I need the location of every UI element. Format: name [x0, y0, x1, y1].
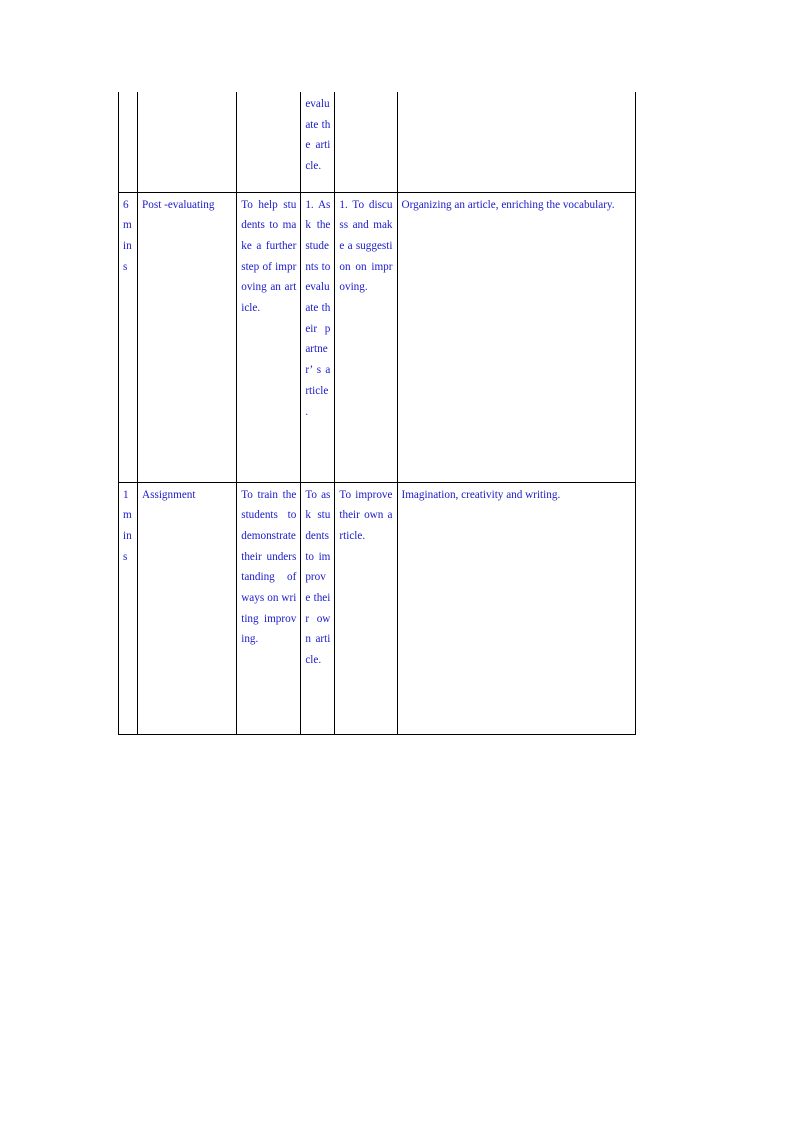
cell-procedure-text: To ask students to improve their own art…: [305, 488, 332, 667]
table-body: evaluate the article. 6 mins Post -evalu…: [117, 92, 636, 735]
cell-procedure-text: 1. Ask the students to evaluate their pa…: [305, 198, 334, 418]
cell-interaction-text: To improve their own article.: [339, 488, 396, 542]
cell-time: [117, 92, 139, 193]
cell-skill: Imagination, creativity and writing.: [396, 482, 636, 735]
cell-skill-text: Imagination, creativity and writing.: [401, 488, 561, 501]
cell-skill: [396, 92, 636, 193]
lesson-plan-table: evaluate the article. 6 mins Post -evalu…: [117, 92, 636, 735]
cell-time: 6 mins: [117, 192, 139, 483]
table-row: 6 mins Post -evaluating To help students…: [117, 192, 636, 483]
cell-skill-text: Organizing an article, enriching the voc…: [401, 198, 615, 211]
table-row: 1 mins Assignment To train the students …: [117, 482, 636, 735]
cell-interaction-text: 1. To discuss and make a suggestion on i…: [339, 198, 393, 294]
cell-stage: Post -evaluating: [137, 192, 238, 483]
cell-interaction: 1. To discuss and make a suggestion on i…: [334, 192, 398, 483]
cell-interaction: To improve their own article.: [334, 482, 398, 735]
cell-skill: Organizing an article, enriching the voc…: [396, 192, 636, 483]
document-page: evaluate the article. 6 mins Post -evalu…: [0, 0, 794, 1123]
cell-procedure: 1. Ask the students to evaluate their pa…: [300, 192, 336, 483]
cell-aim: [236, 92, 302, 193]
cell-aim: To help students to make a further step …: [236, 192, 302, 483]
cell-stage-text: Post -evaluating: [142, 198, 215, 211]
cell-procedure-text: evaluate the article.: [305, 98, 331, 173]
cell-procedure: evaluate the article.: [300, 92, 336, 193]
cell-stage: Assignment: [137, 482, 238, 735]
cell-interaction: [334, 92, 398, 193]
cell-time-text: 6 mins: [123, 198, 132, 273]
cell-aim: To train the students to demonstrate the…: [236, 482, 302, 735]
table-row: evaluate the article.: [117, 92, 636, 193]
cell-procedure: To ask students to improve their own art…: [300, 482, 336, 735]
cell-time-text: 1 mins: [123, 488, 132, 563]
cell-stage: [137, 92, 238, 193]
cell-aim-text: To train the students to demonstrate the…: [241, 488, 300, 646]
cell-aim-text: To help students to make a further step …: [241, 198, 300, 315]
cell-stage-text: Assignment: [142, 488, 196, 501]
cell-time: 1 mins: [117, 482, 139, 735]
